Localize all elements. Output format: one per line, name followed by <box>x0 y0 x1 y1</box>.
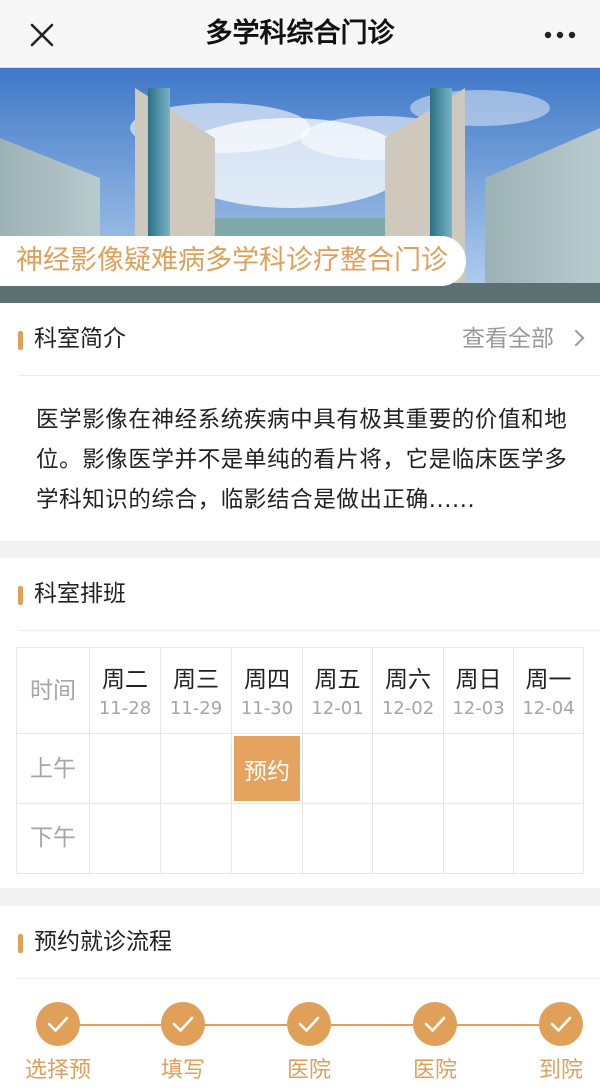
day-column: 周一 12-04 <box>514 648 583 734</box>
schedule-card: 科室排班 时间 周二 11-28 周三 11-29 周四 11-30 周五 12-01 … <box>0 558 600 888</box>
day-date: 12-01 <box>311 698 364 719</box>
slot-cell <box>90 734 161 804</box>
schedule-header-row: 时间 周二 11-28 周三 11-29 周四 11-30 周五 12-01 周六 12-… <box>17 648 583 734</box>
row-label-cell: 下午 <box>17 804 90 873</box>
process-title: 预约就诊流程 <box>34 929 172 955</box>
slot-cell <box>161 734 232 804</box>
slot-cell <box>303 804 373 873</box>
day-column: 周四 11-30 <box>232 648 303 734</box>
slot-cell <box>303 734 373 804</box>
process-card: 预约就诊流程 选择预 填写 医院 医院 到院 <box>0 906 600 1091</box>
slot-cell <box>514 734 583 804</box>
intro-card: 科室简介 查看全部 医学影像在神经系统疾病中具有极其重要的价值和地位。影像医学并… <box>0 303 600 541</box>
slot-cell: 预约 <box>232 734 303 804</box>
schedule-table: 时间 周二 11-28 周三 11-29 周四 11-30 周五 12-01 周六 12-… <box>16 647 584 874</box>
check-icon <box>161 1002 205 1046</box>
check-icon <box>36 1002 80 1046</box>
page-title: 多学科综合门诊 <box>205 18 395 49</box>
book-button[interactable]: 预约 <box>234 736 300 801</box>
chevron-right-icon <box>567 329 585 347</box>
step-label: 医院 <box>286 1058 331 1083</box>
intro-text: 医学影像在神经系统疾病中具有极其重要的价值和地位。影像医学并不是单纯的看片将，它… <box>36 407 568 513</box>
check-icon <box>413 1002 457 1046</box>
day-date: 11-28 <box>98 698 152 719</box>
row-label: 下午 <box>30 825 76 851</box>
slot-cell <box>373 804 444 873</box>
row-label: 上午 <box>30 756 76 782</box>
day-name: 周五 <box>314 667 361 693</box>
day-name: 周三 <box>173 667 219 693</box>
row-label-cell: 上午 <box>17 734 90 804</box>
schedule-row-afternoon: 下午 <box>17 804 583 873</box>
process-step: 医院 <box>264 981 354 1084</box>
day-date: 11-29 <box>169 698 223 719</box>
process-flow: 选择预 填写 医院 医院 到院 <box>0 981 600 1091</box>
day-column: 周五 12-01 <box>303 648 373 734</box>
section-accent-bar <box>18 934 23 953</box>
schedule-header: 科室排班 <box>18 558 600 631</box>
process-step: 医院 <box>390 981 480 1084</box>
view-all-link[interactable]: 查看全部 <box>462 303 585 376</box>
banner-image: 神经影像疑难病多学科诊疗整合门诊 <box>0 68 600 303</box>
check-icon <box>287 1002 331 1046</box>
schedule-title: 科室排班 <box>34 581 126 607</box>
day-name: 周一 <box>525 667 572 693</box>
step-label: 填写 <box>160 1058 205 1083</box>
day-name: 周日 <box>455 667 502 693</box>
more-icon[interactable] <box>540 18 580 52</box>
time-header-label: 时间 <box>30 678 76 704</box>
slot-cell <box>232 804 303 873</box>
slot-cell <box>444 734 514 804</box>
process-step: 填写 <box>138 981 228 1084</box>
check-icon <box>539 1002 583 1046</box>
slot-cell <box>161 804 232 873</box>
slot-cell <box>90 804 161 873</box>
section-accent-bar <box>18 331 23 350</box>
banner-caption: 神经影像疑难病多学科诊疗整合门诊 <box>0 236 466 286</box>
slot-cell <box>444 804 514 873</box>
day-name: 周六 <box>385 667 431 693</box>
day-date: 12-02 <box>381 698 435 719</box>
step-label: 到院 <box>538 1058 583 1083</box>
day-column: 周日 12-03 <box>444 648 514 734</box>
section-accent-bar <box>18 586 23 605</box>
step-label: 医院 <box>412 1058 457 1083</box>
slot-cell <box>514 804 583 873</box>
day-column: 周三 11-29 <box>161 648 232 734</box>
time-header: 时间 <box>17 648 90 734</box>
process-step: 选择预 <box>13 981 103 1084</box>
process-step: 到院 <box>516 981 600 1084</box>
day-column: 周二 11-28 <box>90 648 161 734</box>
navbar: 多学科综合门诊 <box>0 0 600 68</box>
slot-cell <box>373 734 444 804</box>
intro-header: 科室简介 查看全部 <box>18 303 600 376</box>
day-name: 周二 <box>102 667 148 693</box>
day-date: 11-30 <box>240 698 294 719</box>
view-all-label: 查看全部 <box>462 326 554 352</box>
day-column: 周六 12-02 <box>373 648 444 734</box>
schedule-row-morning: 上午 预约 <box>17 734 583 804</box>
day-date: 12-03 <box>452 698 505 719</box>
intro-title: 科室简介 <box>34 326 126 352</box>
process-header: 预约就诊流程 <box>18 906 600 979</box>
day-name: 周四 <box>244 667 290 693</box>
step-label: 选择预 <box>24 1058 91 1083</box>
day-date: 12-04 <box>522 698 575 719</box>
